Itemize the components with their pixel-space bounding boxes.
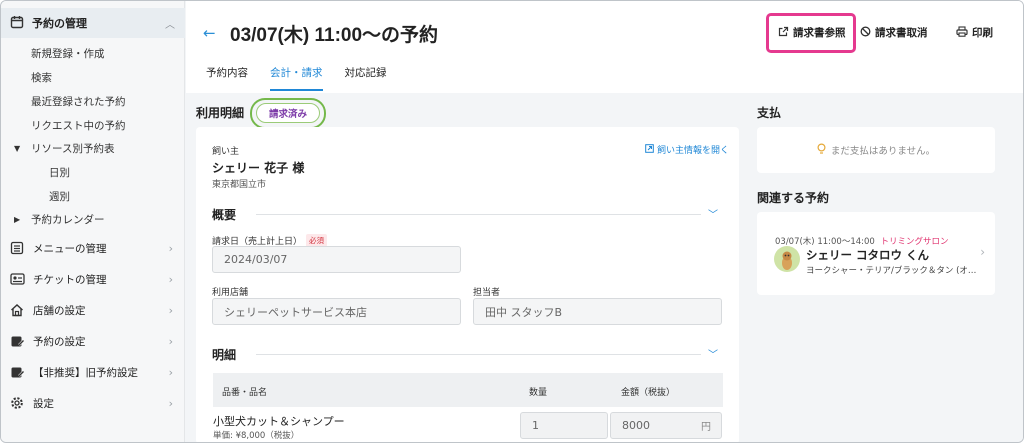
overview-heading: 概要 [212,208,237,222]
divider [256,354,701,355]
column-header-quantity: 数量 [529,388,548,398]
related-pet-breed: ヨークシャー・テリア/ブラック＆タン (オ… [806,266,977,276]
billing-section-label: 利用明細 [196,106,245,120]
printer-icon [956,25,968,40]
details-table-header: 品番・品名 数量 金額（税抜） [213,373,723,407]
sidebar-item-menu-management[interactable]: メニューの管理 › [1,235,185,261]
related-pet-name: シェリー コタロウ くん [806,248,930,262]
payment-heading: 支払 [757,106,782,120]
staff-label: 担当者 [473,288,501,298]
sidebar-item-search[interactable]: 検索 [31,70,52,85]
back-arrow-icon[interactable]: ← [203,24,216,42]
sidebar: 予約の管理 ︿ 新規登録・作成 検索 最近登録された予約 リクエスト中の予約 ▼… [1,1,185,442]
chevron-right-icon: › [168,334,173,348]
sidebar-section-label: 【非推奨】旧予約設定 [33,366,138,379]
sidebar-item-reservation-settings[interactable]: 予約の設定 › [1,328,185,354]
external-link-icon [645,143,654,156]
sidebar-section-label: メニューの管理 [33,242,107,255]
item-unit-price: 単価: ¥8,000（税抜） [213,431,300,441]
invoice-view-label: 請求書参照 [793,27,846,39]
status-badge: 請求済み [256,103,320,123]
related-reservation-card[interactable]: 03/07(木) 11:00〜14:00 トリミングサロン シェリー コタロウ … [757,212,995,295]
sidebar-item-settings[interactable]: 設定 › [1,390,185,416]
chevron-right-icon: › [168,365,173,379]
list-icon [9,240,25,256]
sidebar-header-label: 予約の管理 [32,17,87,30]
sidebar-item-daily[interactable]: 日別 [49,165,70,180]
sidebar-item-weekly[interactable]: 週別 [49,189,70,204]
page-title: 03/07(木) 11:00〜の予約 [230,25,439,46]
quantity-field[interactable]: 1 [520,412,608,439]
caret-down-icon: ▼ [14,144,21,153]
payment-card: まだ支払はありません。 [757,127,995,173]
sidebar-item-ticket-management[interactable]: チケットの管理 › [1,266,185,292]
sidebar-header-reservations[interactable]: 予約の管理 ︿ [1,8,185,38]
chevron-down-icon[interactable]: ﹀ [708,346,718,361]
sidebar-section-label: 設定 [33,397,54,410]
sidebar-item-legacy-settings[interactable]: 【非推奨】旧予約設定 › [1,359,185,385]
tab-reservation-details[interactable]: 予約内容 [206,65,248,91]
payment-empty-message: まだ支払はありません。 [830,146,936,157]
column-header-amount: 金額（税抜） [621,388,676,398]
store-label: 利用店舗 [212,288,249,298]
ticket-icon [9,271,25,287]
related-time-line: 03/07(木) 11:00〜14:00 トリミングサロン [775,235,949,247]
caret-right-icon: ▶ [14,215,21,224]
related-heading: 関連する予約 [757,191,830,205]
amount-field[interactable]: 8000 円 [610,412,722,439]
owner-info-link-label: 飼い主情報を開く [657,146,730,156]
gear-icon [9,395,25,411]
page-header: ← 03/07(木) 11:00〜の予約 請求書参照 請求書取消 印刷 予約内容… [186,1,1023,93]
sidebar-item-resource-schedule[interactable]: リソース別予約表 [31,141,114,156]
invoice-cancel-button[interactable]: 請求書取消 [860,25,928,40]
print-button[interactable]: 印刷 [956,25,993,40]
item-name: 小型犬カット＆シャンプー [213,415,345,428]
tab-billing[interactable]: 会計・請求 [270,65,323,91]
prohibited-icon [860,26,871,40]
owner-address: 東京都国立市 [212,180,267,190]
print-label: 印刷 [972,27,993,39]
main-content: ← 03/07(木) 11:00〜の予約 請求書参照 請求書取消 印刷 予約内容… [186,1,1023,442]
invoice-cancel-label: 請求書取消 [875,27,928,39]
chevron-right-icon: › [168,272,173,286]
pet-avatar [774,246,800,272]
column-header-item: 品番・品名 [222,388,268,398]
sidebar-item-new[interactable]: 新規登録・作成 [31,46,105,61]
related-category: トリミングサロン [880,237,949,247]
calendar-edit-icon [9,333,25,349]
billing-date-field[interactable]: 2024/03/07 [212,246,461,273]
yen-unit: 円 [701,422,711,433]
chevron-up-icon: ︿ [165,20,175,31]
chevron-right-icon: › [980,245,985,259]
staff-field[interactable]: 田中 スタッフB [473,298,722,325]
calendar-edit-icon [9,364,25,380]
sidebar-item-requests[interactable]: リクエスト中の予約 [31,118,126,133]
divider [256,214,701,215]
owner-label: 飼い主 [212,147,240,157]
calendar-icon [10,15,24,32]
external-link-icon [778,26,789,40]
owner-name: シェリー 花子 様 [212,161,305,175]
app-frame: 予約の管理 ︿ 新規登録・作成 検索 最近登録された予約 リクエスト中の予約 ▼… [0,0,1024,443]
sidebar-item-store-settings[interactable]: 店舗の設定 › [1,297,185,323]
chevron-down-icon[interactable]: ﹀ [708,206,718,221]
invoice-view-button[interactable]: 請求書参照 [778,25,846,40]
chevron-right-icon: › [168,396,173,410]
chevron-right-icon: › [168,303,173,317]
tab-history[interactable]: 対応記録 [345,65,387,91]
home-icon [9,302,25,318]
sidebar-section-label: 予約の設定 [33,335,86,348]
sidebar-item-recent[interactable]: 最近登録された予約 [31,94,126,109]
tab-bar: 予約内容 会計・請求 対応記録 [206,65,387,91]
lightbulb-icon [817,142,826,158]
chevron-right-icon: › [168,241,173,255]
amount-value: 8000 [622,419,650,432]
store-field[interactable]: シェリーペットサービス本店 [212,298,461,325]
owner-info-link[interactable]: 飼い主情報を開く [645,143,729,156]
sidebar-item-calendar[interactable]: 予約カレンダー [31,212,105,227]
sidebar-section-label: 店舗の設定 [33,304,86,317]
details-heading: 明細 [212,348,237,362]
sidebar-section-label: チケットの管理 [33,273,107,286]
